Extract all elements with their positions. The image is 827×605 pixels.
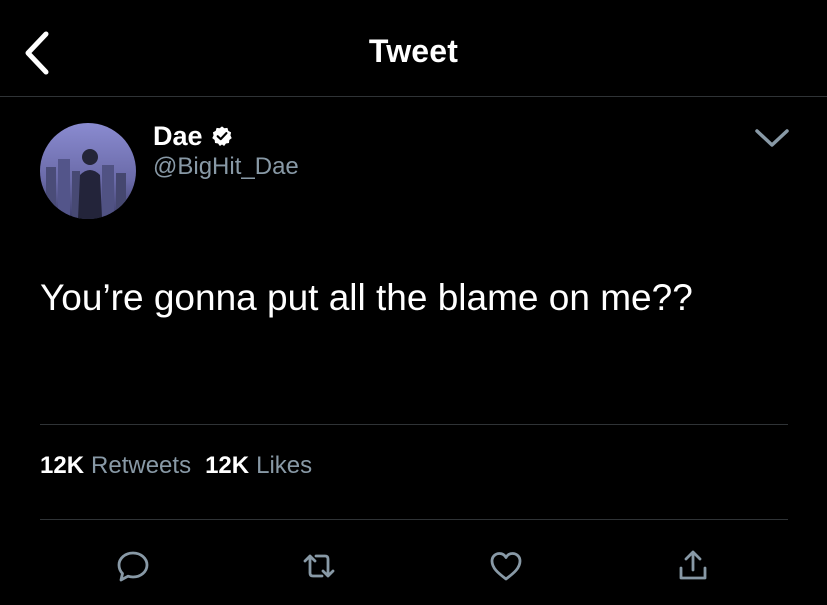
tweet-stats: 12K Retweets 12K Likes [40,452,326,480]
retweets-count: 12K [40,452,85,479]
heart-icon [490,552,522,581]
retweet-button[interactable] [301,548,337,584]
page-title: Tweet [368,33,459,69]
tweet-text: You’re gonna put all the blame on me?? [40,277,693,318]
share-button[interactable] [675,548,711,584]
username-handle[interactable]: @BigHit_Dae [153,153,299,181]
share-icon [679,550,707,580]
likes-stat[interactable]: 12K Likes [205,452,312,480]
likes-count: 12K [205,452,250,479]
avatar-image [40,123,136,219]
retweets-stat[interactable]: 12K Retweets [40,452,191,480]
verified-badge-icon [211,126,232,146]
more-options-button[interactable] [752,127,792,151]
top-bar: Tweet [0,0,827,97]
reply-icon [117,551,149,582]
divider [40,424,788,425]
divider [40,519,788,520]
like-button[interactable] [488,548,524,584]
chevron-down-icon [755,129,789,147]
likes-label: Likes [256,452,313,479]
retweet-icon [303,554,335,578]
display-name: Dae [153,120,203,151]
reply-button[interactable] [115,548,151,584]
author-name-row[interactable]: Dae [153,120,233,152]
avatar[interactable] [40,123,136,219]
retweets-label: Retweets [91,452,192,479]
